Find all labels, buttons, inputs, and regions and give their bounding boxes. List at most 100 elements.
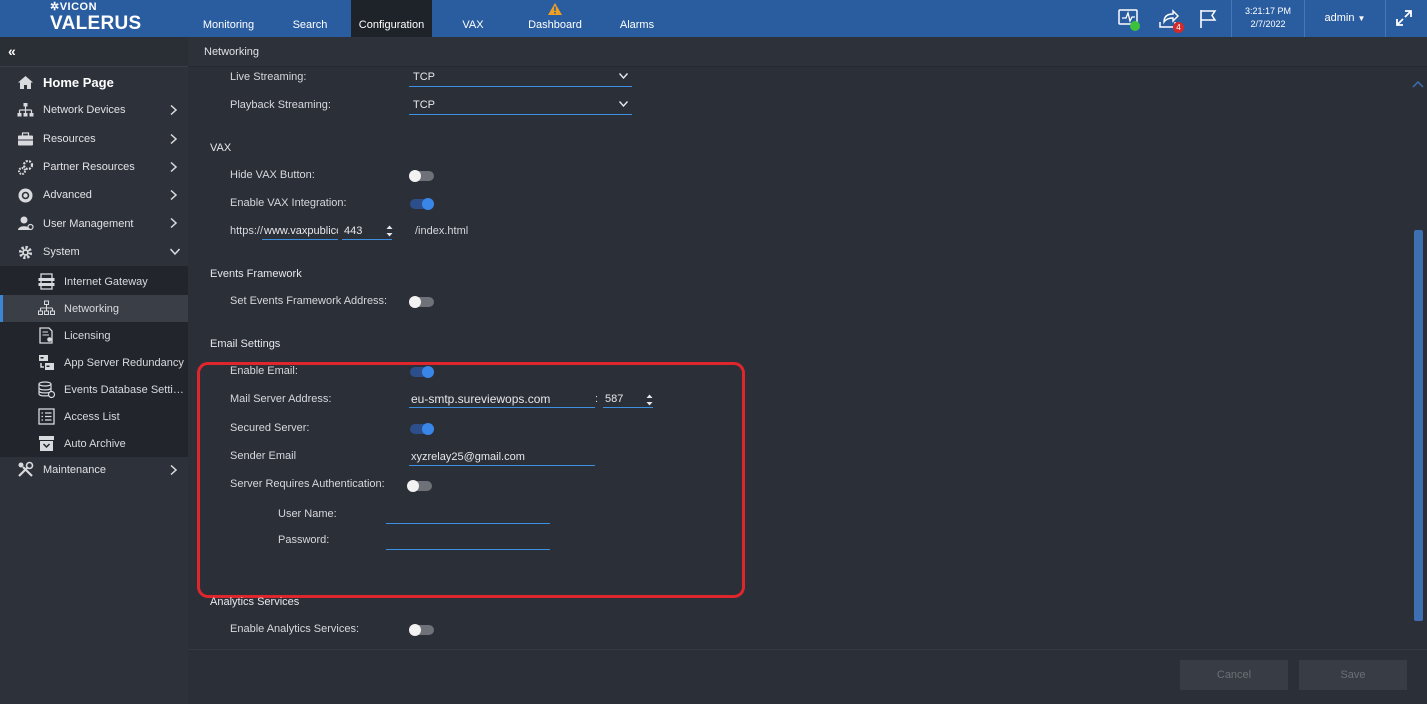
live-streaming-select[interactable]: TCP xyxy=(409,68,632,87)
live-streaming-value: TCP xyxy=(413,71,435,83)
set-events-address-label: Set Events Framework Address: xyxy=(230,295,388,307)
tab-dashboard[interactable]: Dashboard xyxy=(514,0,596,37)
sidebar-item-licensing[interactable]: Licensing xyxy=(0,322,188,349)
sidebar-item-access-list[interactable]: Access List xyxy=(0,403,188,430)
sidebar-item-label: Maintenance xyxy=(43,464,106,477)
health-monitor-icon[interactable] xyxy=(1117,7,1141,31)
sidebar-header: « xyxy=(0,37,188,67)
expand-icon[interactable] xyxy=(1394,8,1414,28)
brand-top-text: VICON xyxy=(59,1,98,13)
sidebar-item-app-server-redundancy[interactable]: App Server Redundancy xyxy=(0,349,188,376)
playback-streaming-select[interactable]: TCP xyxy=(409,96,632,115)
sidebar-item-label: User Management xyxy=(43,217,134,230)
user-name: admin xyxy=(1324,12,1355,24)
set-events-address-toggle[interactable] xyxy=(409,296,434,308)
toggle-knob xyxy=(409,170,421,182)
sidebar-item-advanced[interactable]: Advanced xyxy=(0,181,188,209)
flag-icon[interactable] xyxy=(1196,7,1220,31)
tab-configuration[interactable]: Configuration xyxy=(351,0,432,37)
sidebar-item-events-database-settings[interactable]: Events Database Setti… xyxy=(0,376,188,403)
submenu-item-label: Auto Archive xyxy=(64,437,126,450)
live-streaming-label: Live Streaming: xyxy=(230,71,307,83)
save-button[interactable]: Save xyxy=(1299,660,1407,690)
sender-email-input[interactable]: xyzrelay25@gmail.com xyxy=(409,448,595,466)
hide-vax-button-toggle[interactable] xyxy=(409,170,434,182)
main-panel: Networking Live Streaming: TCP Playback … xyxy=(188,37,1427,704)
breadcrumb: Networking xyxy=(188,37,1427,67)
password-input[interactable] xyxy=(386,532,550,550)
sidebar-item-networking[interactable]: Networking xyxy=(0,295,188,323)
enable-analytics-toggle[interactable] xyxy=(409,624,434,636)
sidebar-item-label: Resources xyxy=(43,132,96,145)
toggle-knob xyxy=(409,624,421,636)
sender-email-label: Sender Email xyxy=(230,450,297,462)
sidebar-item-home[interactable]: Home Page xyxy=(0,68,188,96)
share-badge: 4 xyxy=(1173,22,1184,33)
sidebar-item-label: Network Devices xyxy=(43,104,126,117)
sidebar-item-network-devices[interactable]: Network Devices xyxy=(0,96,188,124)
server-auth-toggle[interactable] xyxy=(407,480,432,492)
username-input[interactable] xyxy=(386,506,550,524)
user-menu[interactable]: admin ▼ xyxy=(1305,12,1385,24)
mail-server-input[interactable]: eu-smtp.sureviewops.com xyxy=(409,390,595,408)
chevron-down-icon xyxy=(619,73,628,79)
home-icon xyxy=(18,76,33,89)
submenu-item-label: Events Database Setti… xyxy=(64,383,184,396)
submenu-item-label: Licensing xyxy=(64,329,111,342)
vax-url-suffix: /index.html xyxy=(415,225,469,237)
port-separator: : xyxy=(595,393,599,405)
sidebar-item-partner-resources[interactable]: Partner Resources xyxy=(0,153,188,181)
vax-url-port-input[interactable]: 443 xyxy=(342,222,392,240)
clock: 3:21:17 PM 2/7/2022 xyxy=(1232,5,1304,31)
sidebar-item-system[interactable]: System xyxy=(0,238,188,266)
valerus-logo: ✲VICON VALERUS xyxy=(50,1,141,35)
sidebar-item-resources[interactable]: Resources xyxy=(0,125,188,153)
sidebar-item-user-management[interactable]: User Management xyxy=(0,209,188,237)
database-icon xyxy=(38,381,55,399)
chevron-right-icon xyxy=(170,105,178,116)
tab-vax[interactable]: VAX xyxy=(432,0,514,37)
footer-actions: Cancel Save xyxy=(188,649,1427,704)
scrollbar-thumb[interactable] xyxy=(1414,230,1423,621)
tab-dashboard-label: Dashboard xyxy=(528,19,582,31)
tab-monitoring[interactable]: Monitoring xyxy=(188,0,269,37)
toggle-knob xyxy=(422,423,434,435)
advanced-icon xyxy=(18,188,33,203)
license-icon xyxy=(39,327,53,344)
sidebar-item-label: Partner Resources xyxy=(43,161,135,174)
tab-search[interactable]: Search xyxy=(269,0,351,37)
port-stepper-icon[interactable] xyxy=(646,393,653,407)
archive-icon xyxy=(39,436,54,452)
vax-url-host-input[interactable]: www.vaxpubliccl xyxy=(262,222,338,240)
chevron-right-icon xyxy=(170,218,178,229)
brand-main: VALERUS xyxy=(50,13,142,34)
enable-email-toggle[interactable] xyxy=(410,366,434,378)
briefcase-icon xyxy=(18,131,33,146)
toggle-knob xyxy=(407,480,419,492)
analytics-section-title: Analytics Services xyxy=(210,596,300,608)
secured-server-toggle[interactable] xyxy=(410,423,434,435)
enable-vax-integration-toggle[interactable] xyxy=(410,198,434,210)
playback-streaming-value: TCP xyxy=(413,99,435,111)
sidebar-item-auto-archive[interactable]: Auto Archive xyxy=(0,430,188,457)
chevron-down-icon xyxy=(170,248,180,255)
username-label: User Name: xyxy=(278,508,337,520)
top-bar: ✲VICON VALERUS Monitoring Search Configu… xyxy=(0,0,1427,37)
playback-streaming-label: Playback Streaming: xyxy=(230,99,331,111)
tools-icon xyxy=(18,461,34,477)
toggle-knob xyxy=(422,198,434,210)
enable-email-label: Enable Email: xyxy=(230,365,298,377)
chevron-right-icon xyxy=(170,133,178,144)
sidebar-item-internet-gateway[interactable]: Internet Gateway xyxy=(0,268,188,295)
scroll-up-icon[interactable] xyxy=(1412,80,1424,88)
sidebar-item-maintenance[interactable]: Maintenance xyxy=(0,457,188,483)
cancel-button[interactable]: Cancel xyxy=(1180,660,1288,690)
collapse-sidebar-icon[interactable]: « xyxy=(8,43,16,59)
password-label: Password: xyxy=(278,534,330,546)
port-stepper-icon[interactable] xyxy=(386,224,393,238)
network-icon xyxy=(38,300,55,316)
submenu-item-label: Access List xyxy=(64,410,120,423)
tab-alarms[interactable]: Alarms xyxy=(596,0,678,37)
settings-content: Live Streaming: TCP Playback Streaming: … xyxy=(188,68,1427,680)
separator xyxy=(1385,0,1386,37)
